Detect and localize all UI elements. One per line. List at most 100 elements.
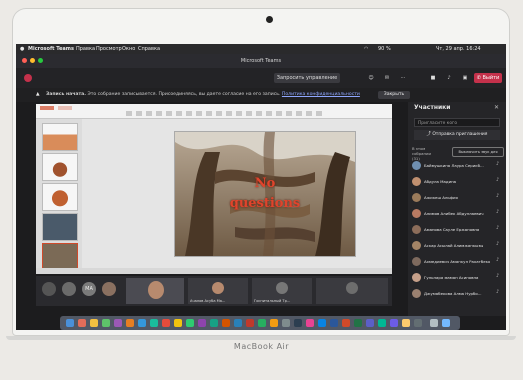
menu-edit[interactable]: Правка: [76, 44, 95, 54]
slide-thumbnail: [42, 183, 78, 211]
ppt-tab: [40, 106, 54, 110]
participant-row[interactable]: Ажикеш Альфия ♪: [412, 192, 504, 204]
leave-call-button[interactable]: ✆ Выйти: [474, 73, 502, 83]
macos-menubar: ● Microsoft Teams Правка Просмотр Окно С…: [16, 44, 506, 54]
avatar: [212, 282, 224, 294]
avatar: [412, 177, 421, 186]
app-icon[interactable]: [442, 319, 450, 327]
ppt-tab: [58, 106, 72, 110]
participants-icon[interactable]: ☺: [366, 73, 376, 83]
app-icon[interactable]: [282, 319, 290, 327]
app-icon[interactable]: [114, 319, 122, 327]
camera-icon[interactable]: ■: [428, 73, 438, 83]
app-icon[interactable]: [210, 319, 218, 327]
app-icon[interactable]: [222, 319, 230, 327]
word-icon[interactable]: [330, 319, 338, 327]
app-icon[interactable]: [150, 319, 158, 327]
slide-thumbnail-selected: [42, 243, 78, 271]
mic-off-icon: ♪: [496, 241, 500, 247]
app-icon[interactable]: [306, 319, 314, 327]
participant-row[interactable]: Джумабекова Алма Нурбо... ♪: [412, 288, 504, 300]
app-icon[interactable]: [258, 319, 266, 327]
app-icon[interactable]: [318, 319, 326, 327]
mic-off-icon: ♪: [496, 289, 500, 295]
mute-all-button[interactable]: Выключить звук для: [452, 147, 504, 157]
screen: ● Microsoft Teams Правка Просмотр Окно С…: [16, 44, 506, 330]
participant-bubble[interactable]: МА: [82, 282, 96, 296]
app-icon[interactable]: [174, 319, 182, 327]
request-control-button[interactable]: Запросить управление: [274, 73, 340, 83]
share-screen-icon[interactable]: ▣: [460, 73, 470, 83]
app-icon[interactable]: [390, 319, 398, 327]
wifi-icon[interactable]: ◠: [364, 44, 368, 54]
participant-row[interactable]: Абдула Мадина ♪: [412, 176, 504, 188]
finder-icon[interactable]: [66, 319, 74, 327]
banner-message: Это собрание записывается. Присоединяясь…: [87, 92, 281, 97]
close-icon[interactable]: ✕: [494, 104, 499, 111]
ppt-ribbon: [36, 104, 392, 119]
avatar: [346, 282, 358, 294]
tree-image: [175, 132, 355, 256]
excel-icon[interactable]: [354, 319, 362, 327]
app-icon[interactable]: [90, 319, 98, 327]
teams-icon[interactable]: [366, 319, 374, 327]
app-icon[interactable]: [378, 319, 386, 327]
participants-section-label[interactable]: В этом собрании (31): [412, 146, 438, 161]
slide-thumbnail: [42, 213, 78, 241]
window-titlebar: Microsoft Teams: [16, 54, 506, 68]
call-toolbar: Запросить управление ☺ ✉ ⋯ ■ ♪ ▣ ✆ Выйти: [16, 68, 506, 88]
trash-icon[interactable]: [430, 319, 438, 327]
app-icon[interactable]: [198, 319, 206, 327]
mic-off-icon: ♪: [496, 161, 500, 167]
invite-search-input[interactable]: Пригласите кого: [414, 118, 500, 127]
participant-bubble[interactable]: [42, 282, 56, 296]
privacy-policy-link[interactable]: Политика конфиденциальности: [282, 92, 360, 97]
participant-row[interactable]: Ахмедиевич Аманкул Рахатбекович ♪: [412, 256, 504, 268]
avatar: [412, 289, 421, 298]
app-icon[interactable]: [414, 319, 422, 327]
participant-row[interactable]: Гульнара маман Асиновна ♪: [412, 272, 504, 284]
app-icon[interactable]: [186, 319, 194, 327]
app-icon[interactable]: [246, 319, 254, 327]
apple-icon[interactable]: ●: [20, 44, 24, 54]
video-tile[interactable]: [126, 278, 184, 304]
app-icon[interactable]: [234, 319, 242, 327]
app-icon[interactable]: [162, 319, 170, 327]
participant-bubble[interactable]: [62, 282, 76, 296]
chat-icon[interactable]: ✉: [382, 73, 392, 83]
mic-off-icon: ♪: [496, 225, 500, 231]
participant-name: Аманова Сауле Ержановна: [424, 227, 480, 232]
menu-view[interactable]: Просмотр: [96, 44, 122, 54]
menu-help[interactable]: Справка: [138, 44, 160, 54]
camera: [266, 16, 273, 23]
recording-banner: ▲ Запись начата. Это собрание записывает…: [16, 88, 506, 102]
participant-name: Ажикеш Альфия: [424, 195, 458, 200]
powerpoint-icon[interactable]: [342, 319, 350, 327]
participant-row[interactable]: Аманова Сауле Ержановна ♪: [412, 224, 504, 236]
send-invite-button[interactable]: ⤴ Отправка приглашения: [414, 130, 500, 140]
battery-level[interactable]: 90 %: [378, 44, 391, 54]
video-tile[interactable]: [316, 278, 388, 304]
menu-window[interactable]: Окно: [122, 44, 135, 54]
more-options-icon[interactable]: ⋯: [398, 73, 408, 83]
app-icon[interactable]: [138, 319, 146, 327]
participant-name: Джумабекова Алма Нурбо...: [424, 291, 482, 296]
participant-row[interactable]: Баймушкина Лаура Серикб... ♪: [412, 160, 504, 172]
app-icon[interactable]: [294, 319, 302, 327]
app-icon[interactable]: [402, 319, 410, 327]
banner-close-button[interactable]: Закрыть: [378, 91, 410, 99]
participant-row[interactable]: Алимов Алибек Абдуллаевич ♪: [412, 208, 504, 220]
menu-clock[interactable]: Чт, 29 апр. 16:24: [436, 44, 481, 54]
mic-off-icon: ♪: [496, 177, 500, 183]
menu-app-name[interactable]: Microsoft Teams: [28, 44, 74, 54]
participant-row[interactable]: Аскар Асылай Алимжанкызы ♪: [412, 240, 504, 252]
app-icon[interactable]: [102, 319, 110, 327]
app-icon[interactable]: [270, 319, 278, 327]
app-icon[interactable]: [126, 319, 134, 327]
video-tile[interactable]: Ачалов Асуба Ма...: [188, 278, 248, 304]
app-icon[interactable]: [78, 319, 86, 327]
ppt-statusbar: [36, 268, 392, 274]
microphone-icon[interactable]: ♪: [444, 73, 454, 83]
video-tile[interactable]: Госпитальный Тр...: [252, 278, 312, 304]
participant-bubble[interactable]: [102, 282, 116, 296]
